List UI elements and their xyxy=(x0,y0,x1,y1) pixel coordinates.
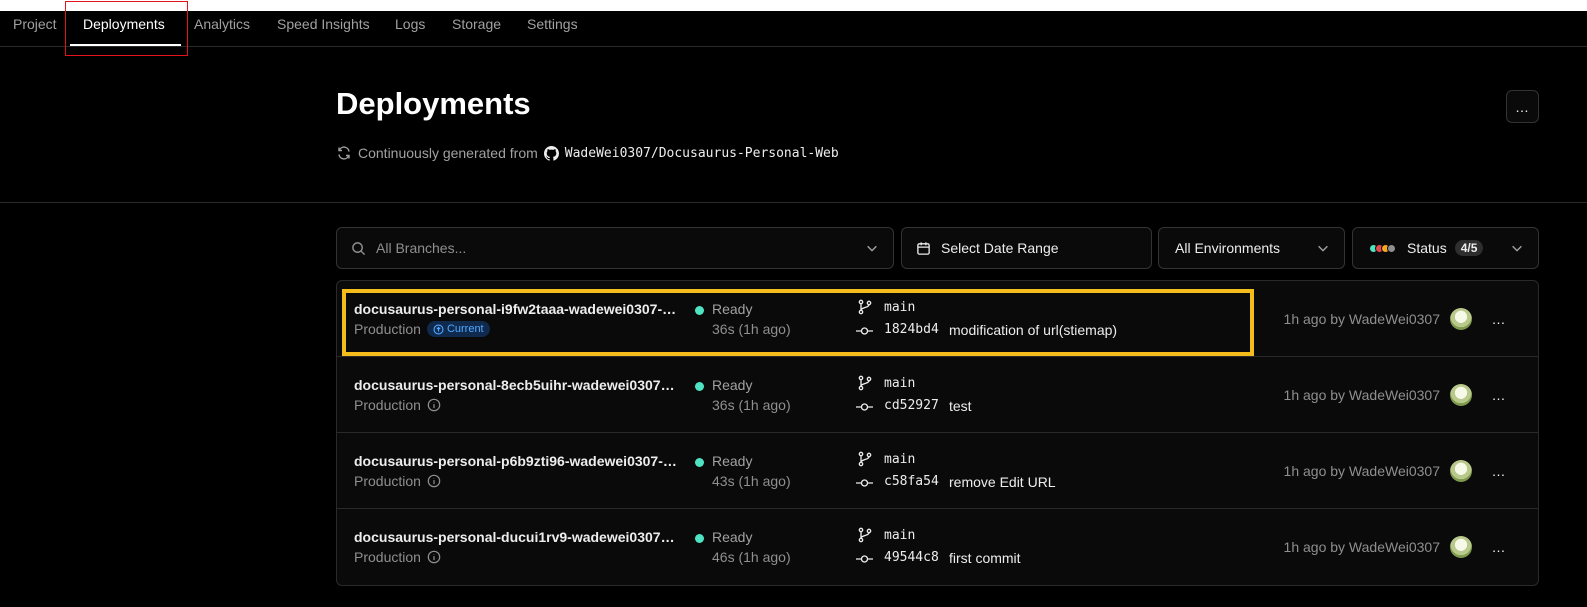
header-divider xyxy=(0,202,1587,203)
tab-analytics[interactable]: Analytics xyxy=(194,11,250,46)
status-count-badge: 4/5 xyxy=(1454,240,1484,256)
current-label: Current xyxy=(446,323,484,335)
top-strip xyxy=(0,0,1587,11)
deployment-name[interactable]: docusaurus-personal-ducui1rv9-wadewei030… xyxy=(354,529,679,545)
tab-settings[interactable]: Settings xyxy=(527,11,578,46)
deployment-branch[interactable]: main xyxy=(884,528,915,543)
commit-message[interactable]: test xyxy=(949,398,972,414)
deployment-environment: Production xyxy=(354,473,441,489)
page-more-button[interactable]: … xyxy=(1506,90,1539,123)
commit-message[interactable]: remove Edit URL xyxy=(949,474,1056,490)
status-filter-label: Status xyxy=(1407,240,1447,256)
environment-filter-label: All Environments xyxy=(1175,240,1281,256)
deployment-meta: 1h ago by WadeWei0307 xyxy=(1283,311,1440,327)
deployment-row[interactable]: docusaurus-personal-8ecb5uihr-wadewei030… xyxy=(337,357,1538,433)
git-commit-icon xyxy=(856,403,873,411)
repo-link[interactable]: WadeWei0307/Docusaurus-Personal-Web xyxy=(565,146,839,161)
deployment-status: Ready xyxy=(712,529,753,545)
chevron-down-icon xyxy=(1512,245,1522,252)
tab-project[interactable]: Project xyxy=(13,11,57,46)
deployment-branch[interactable]: main xyxy=(884,452,915,467)
chevron-down-icon xyxy=(1318,245,1328,252)
branch-filter-placeholder: All Branches... xyxy=(376,240,467,256)
search-icon xyxy=(352,241,366,255)
deployment-meta: 1h ago by WadeWei0307 xyxy=(1283,463,1440,479)
ready-status-dot xyxy=(695,458,704,467)
row-more-button[interactable]: … xyxy=(1487,535,1511,559)
info-icon[interactable] xyxy=(427,474,441,488)
git-commit-icon xyxy=(856,479,873,487)
deployment-duration: 46s (1h ago) xyxy=(712,549,791,565)
tab-speed-insights[interactable]: Speed Insights xyxy=(277,11,370,46)
ready-status-dot xyxy=(695,306,704,315)
deployment-duration: 36s (1h ago) xyxy=(712,321,791,337)
info-icon[interactable] xyxy=(427,398,441,412)
status-filter[interactable]: Status 4/5 xyxy=(1352,227,1539,269)
ready-status-dot xyxy=(695,534,704,543)
environment-label: Production xyxy=(354,549,421,565)
avatar[interactable] xyxy=(1450,384,1472,406)
avatar[interactable] xyxy=(1450,536,1472,558)
commit-sha[interactable]: 49544c8 xyxy=(884,550,939,565)
deployment-branch[interactable]: main xyxy=(884,300,915,315)
ready-status-dot xyxy=(695,382,704,391)
subtitle-text: Continuously generated from xyxy=(358,145,538,161)
commit-sha[interactable]: 1824bd4 xyxy=(884,322,939,337)
page-title: Deployments xyxy=(336,86,531,121)
date-range-filter[interactable]: Select Date Range xyxy=(901,227,1152,269)
git-branch-icon xyxy=(858,375,872,391)
deployment-meta: 1h ago by WadeWei0307 xyxy=(1283,387,1440,403)
tab-logs[interactable]: Logs xyxy=(395,11,425,46)
deployment-name[interactable]: docusaurus-personal-i9fw2taaa-wadewei030… xyxy=(354,301,679,317)
project-nav: Project Deployments Analytics Speed Insi… xyxy=(0,11,1587,47)
calendar-icon xyxy=(917,241,930,255)
current-badge: Current xyxy=(426,321,490,337)
deployment-status: Ready xyxy=(712,301,753,317)
repo-source: Continuously generated from WadeWei0307/… xyxy=(336,143,839,163)
deployment-row[interactable]: docusaurus-personal-i9fw2taaa-wadewei030… xyxy=(337,281,1538,357)
deployment-status: Ready xyxy=(712,453,753,469)
avatar[interactable] xyxy=(1450,308,1472,330)
deployment-meta: 1h ago by WadeWei0307 xyxy=(1283,539,1440,555)
row-more-button[interactable]: … xyxy=(1487,307,1511,331)
tab-annotation-box xyxy=(65,1,188,56)
chevron-down-icon xyxy=(867,245,877,252)
git-commit-icon xyxy=(856,327,873,335)
deployment-row[interactable]: docusaurus-personal-ducui1rv9-wadewei030… xyxy=(337,509,1538,585)
arrow-up-circle-icon xyxy=(433,323,444,335)
environment-filter[interactable]: All Environments xyxy=(1158,227,1345,269)
deployment-environment: Production xyxy=(354,397,441,413)
commit-message[interactable]: modification of url(stiemap) xyxy=(949,322,1117,338)
environment-label: Production xyxy=(354,321,421,337)
deployments-list: docusaurus-personal-i9fw2taaa-wadewei030… xyxy=(336,280,1539,586)
deployment-name[interactable]: docusaurus-personal-p6b9zti96-wadewei030… xyxy=(354,453,679,469)
deployment-status: Ready xyxy=(712,377,753,393)
date-range-label: Select Date Range xyxy=(941,240,1059,256)
deployment-row[interactable]: docusaurus-personal-p6b9zti96-wadewei030… xyxy=(337,433,1538,509)
status-colors-icon xyxy=(1369,243,1396,253)
commit-message[interactable]: first commit xyxy=(949,550,1021,566)
info-icon[interactable] xyxy=(427,550,441,564)
environment-label: Production xyxy=(354,397,421,413)
branch-filter[interactable]: All Branches... xyxy=(336,227,894,269)
git-branch-icon xyxy=(858,527,872,543)
commit-sha[interactable]: c58fa54 xyxy=(884,474,939,489)
deployment-environment: Production xyxy=(354,549,441,565)
deployment-environment: Production Current xyxy=(354,321,490,337)
deployment-duration: 36s (1h ago) xyxy=(712,397,791,413)
avatar[interactable] xyxy=(1450,460,1472,482)
refresh-icon xyxy=(338,146,350,160)
github-icon xyxy=(543,145,559,161)
row-more-button[interactable]: … xyxy=(1487,383,1511,407)
environment-label: Production xyxy=(354,473,421,489)
git-branch-icon xyxy=(858,299,872,315)
git-commit-icon xyxy=(856,555,873,563)
git-branch-icon xyxy=(858,451,872,467)
row-more-button[interactable]: … xyxy=(1487,459,1511,483)
deployment-branch[interactable]: main xyxy=(884,376,915,391)
deployment-duration: 43s (1h ago) xyxy=(712,473,791,489)
deployment-name[interactable]: docusaurus-personal-8ecb5uihr-wadewei030… xyxy=(354,377,679,393)
commit-sha[interactable]: cd52927 xyxy=(884,398,939,413)
tab-storage[interactable]: Storage xyxy=(452,11,501,46)
